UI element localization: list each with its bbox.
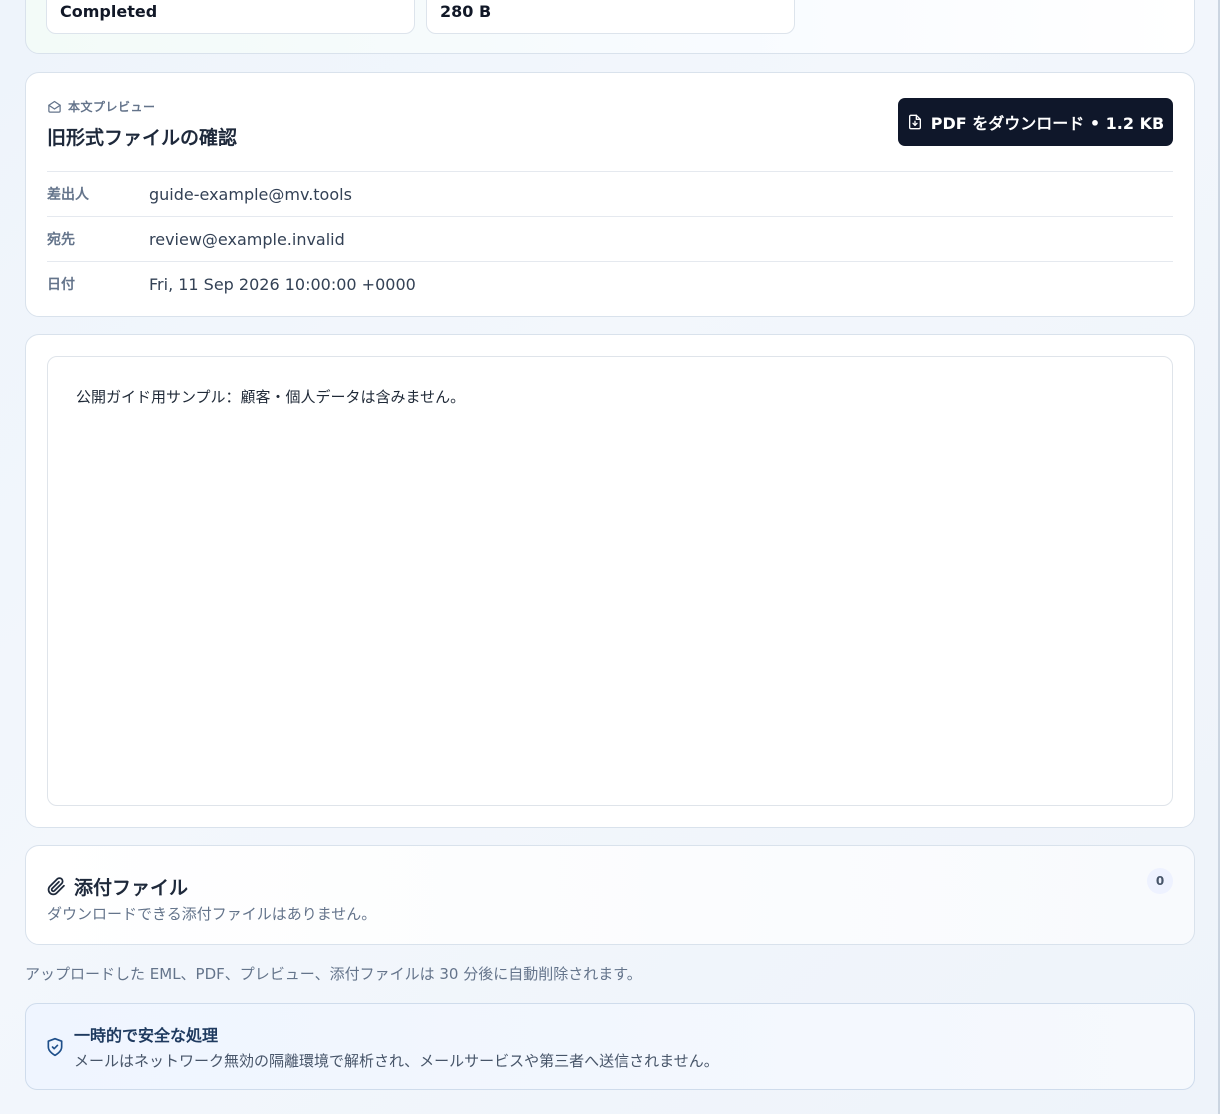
meta-value-from: guide-example@mv.tools xyxy=(149,185,352,204)
mail-open-icon xyxy=(48,100,61,113)
meta-row-to: 宛先 review@example.invalid xyxy=(47,216,1173,261)
meta-key-to: 宛先 xyxy=(47,232,75,248)
attachments-card: 添付ファイル ダウンロードできる添付ファイルはありません。 0 xyxy=(25,845,1195,945)
status-stat-box: Completed xyxy=(46,0,415,34)
summary-stats-card: Completed 280 B xyxy=(25,0,1195,54)
meta-key-date: 日付 xyxy=(47,277,75,293)
attachments-heading: 添付ファイル xyxy=(47,873,188,900)
meta-row-from: 差出人 guide-example@mv.tools xyxy=(47,171,1173,216)
attachments-title: 添付ファイル xyxy=(74,877,189,899)
preview-eyebrow-label: 本文プレビュー xyxy=(68,100,156,114)
paperclip-icon xyxy=(47,877,65,896)
attachments-empty-message: ダウンロードできる添付ファイルはありません。 xyxy=(47,905,377,923)
body-preview-card: 公開ガイド用サンプル：顧客・個人データは含みません。 xyxy=(25,334,1195,828)
download-pdf-label: PDF をダウンロード • 1.2 KB xyxy=(930,114,1165,133)
security-notice-text: メールはネットワーク無効の隔離環境で解析され、メールサービスや第三者へ送信されま… xyxy=(74,1052,719,1070)
auto-delete-note: アップロードした EML、PDF、プレビュー、添付ファイルは 30 分後に自動削… xyxy=(25,965,642,983)
preview-eyebrow: 本文プレビュー xyxy=(47,98,156,115)
status-value: Completed xyxy=(60,2,158,21)
email-subject: 旧形式ファイルの確認 xyxy=(47,127,238,149)
file-download-icon xyxy=(908,114,921,130)
size-value: 280 B xyxy=(440,2,492,21)
meta-key-from: 差出人 xyxy=(47,187,89,203)
download-pdf-button[interactable]: PDF をダウンロード • 1.2 KB xyxy=(898,98,1173,146)
preview-header-card: 本文プレビュー 旧形式ファイルの確認 PDF をダウンロード • 1.2 KB … xyxy=(25,72,1195,317)
meta-value-to: review@example.invalid xyxy=(149,230,345,249)
security-notice-title: 一時的で安全な処理 xyxy=(74,1026,219,1045)
body-preview-frame[interactable]: 公開ガイド用サンプル：顧客・個人データは含みません。 xyxy=(47,356,1173,806)
meta-row-date: 日付 Fri, 11 Sep 2026 10:00:00 +0000 xyxy=(47,261,1173,306)
shield-check-icon xyxy=(47,1037,63,1057)
size-stat-box: 280 B xyxy=(426,0,795,34)
attachments-count-badge: 0 xyxy=(1147,868,1173,894)
security-notice: 一時的で安全な処理 メールはネットワーク無効の隔離環境で解析され、メールサービス… xyxy=(25,1003,1195,1090)
body-text: 公開ガイド用サンプル：顧客・個人データは含みません。 xyxy=(76,388,466,406)
meta-value-date: Fri, 11 Sep 2026 10:00:00 +0000 xyxy=(149,275,416,294)
